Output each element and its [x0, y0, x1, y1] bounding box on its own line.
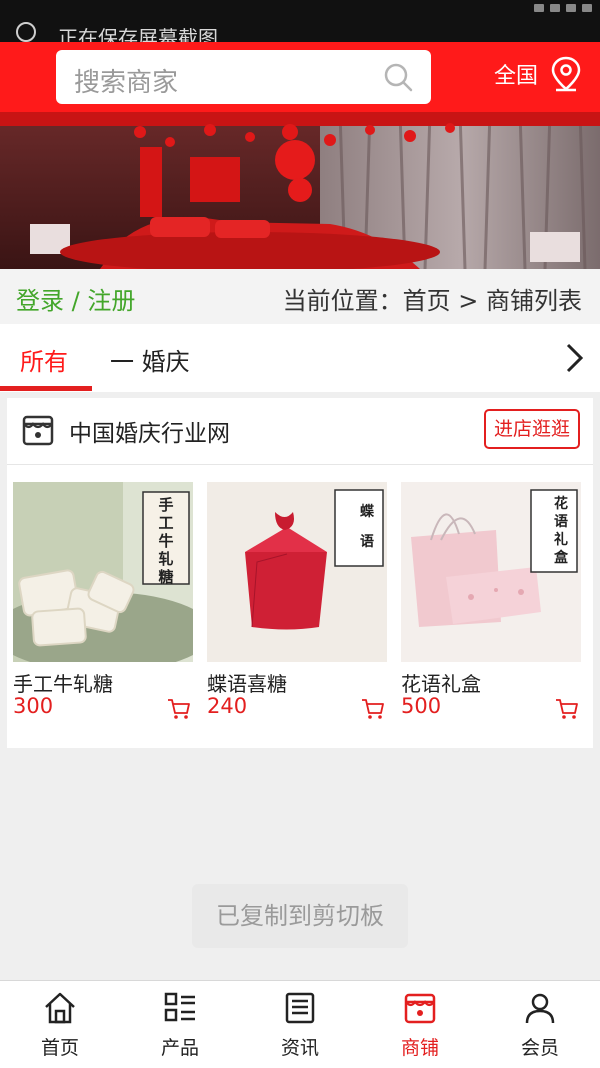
nav-shops-label: 商铺 — [400, 1037, 439, 1059]
svg-text:语: 语 — [554, 514, 568, 530]
cart-icon[interactable] — [361, 697, 385, 721]
product-price: 240 — [207, 694, 248, 718]
nav-home[interactable]: 首页 — [0, 981, 120, 1068]
nav-news-label: 资讯 — [280, 1037, 319, 1059]
nav-member-label: 会员 — [520, 1037, 559, 1059]
shop-name[interactable]: 中国婚庆行业网 — [69, 414, 230, 448]
product-card[interactable]: 蝶 语 蝶语喜糖 240 — [207, 482, 387, 732]
shop-icon — [404, 993, 436, 1024]
product-price: 300 — [13, 694, 54, 718]
nav-products-label: 产品 — [160, 1037, 199, 1059]
svg-text:牛: 牛 — [158, 532, 173, 550]
product-image[interactable]: 手 工 牛 轧 糖 — [13, 482, 193, 662]
user-icon — [525, 993, 555, 1024]
system-icons — [534, 4, 592, 14]
camera-icon — [16, 22, 36, 42]
shop-header: 中国婚庆行业网 进店逛逛 — [7, 398, 593, 465]
breadcrumb-bar: 登录 / 注册 当前位置：首页 > 商铺列表 — [0, 269, 600, 324]
status-bar: 正在保存屏幕截图 — [0, 0, 600, 50]
search-icon[interactable] — [383, 62, 413, 92]
nav-shops[interactable]: 商铺 — [360, 981, 480, 1068]
breadcrumb: 当前位置：首页 > 商铺列表 — [282, 287, 582, 315]
product-image[interactable]: 花 语 礼 盒 — [401, 482, 581, 662]
cart-icon[interactable] — [555, 697, 579, 721]
svg-text:礼: 礼 — [554, 531, 568, 548]
svg-text:糖: 糖 — [158, 568, 173, 586]
svg-text:工: 工 — [158, 514, 173, 532]
svg-text:花: 花 — [554, 495, 568, 512]
tab-all[interactable]: 所有 — [20, 342, 68, 377]
wedding-banner-image[interactable] — [0, 112, 600, 269]
location-pin-icon[interactable] — [550, 56, 582, 92]
active-tab-indicator — [0, 386, 92, 391]
product-list: 手 工 牛 轧 糖 手工牛轧糖 300 蝶 语 蝶语喜糖 240 花 语 礼 盒… — [13, 482, 593, 732]
top-header: 搜索商家 全国 — [0, 42, 600, 112]
nav-products[interactable]: 产品 — [120, 981, 240, 1068]
shop-card: 中国婚庆行业网 进店逛逛 手 工 牛 轧 糖 手工牛轧糖 300 蝶 语 蝶语喜… — [7, 398, 593, 748]
product-card[interactable]: 手 工 牛 轧 糖 手工牛轧糖 300 — [13, 482, 193, 732]
svg-text:语: 语 — [360, 534, 374, 550]
category-tabs: 所有 一 婚庆 — [0, 324, 600, 392]
nav-home-label: 首页 — [40, 1037, 79, 1059]
grid-list-icon — [164, 992, 195, 1022]
image-title-char: 手 — [158, 496, 173, 514]
search-placeholder[interactable]: 搜索商家 — [74, 62, 178, 99]
region-selector[interactable]: 全国 — [494, 58, 538, 90]
home-icon — [45, 992, 75, 1024]
chevron-right-icon[interactable] — [564, 342, 584, 374]
product-card[interactable]: 花 语 礼 盒 花语礼盒 500 — [401, 482, 581, 732]
cart-icon[interactable] — [167, 697, 191, 721]
svg-text:盒: 盒 — [553, 549, 569, 566]
svg-text:蝶: 蝶 — [360, 503, 375, 520]
product-name[interactable]: 手工牛轧糖 — [13, 668, 113, 697]
nav-news[interactable]: 资讯 — [240, 981, 360, 1068]
nav-member[interactable]: 会员 — [480, 981, 600, 1068]
svg-text:轧: 轧 — [158, 550, 173, 568]
tab-wedding[interactable]: 一 婚庆 — [110, 342, 190, 377]
login-register-link[interactable]: 登录 / 注册 — [16, 281, 135, 316]
store-icon — [22, 415, 54, 446]
search-box[interactable]: 搜索商家 — [56, 50, 431, 104]
product-name[interactable]: 蝶语喜糖 — [207, 668, 287, 697]
product-image[interactable]: 蝶 语 — [207, 482, 387, 662]
copied-toast: 已复制到剪切板 — [192, 884, 408, 948]
bottom-nav: 首页 产品 资讯 商铺 会员 — [0, 980, 600, 1068]
product-name[interactable]: 花语礼盒 — [401, 668, 481, 697]
product-price: 500 — [401, 694, 442, 718]
news-icon — [285, 992, 315, 1024]
enter-shop-button[interactable]: 进店逛逛 — [483, 409, 580, 449]
